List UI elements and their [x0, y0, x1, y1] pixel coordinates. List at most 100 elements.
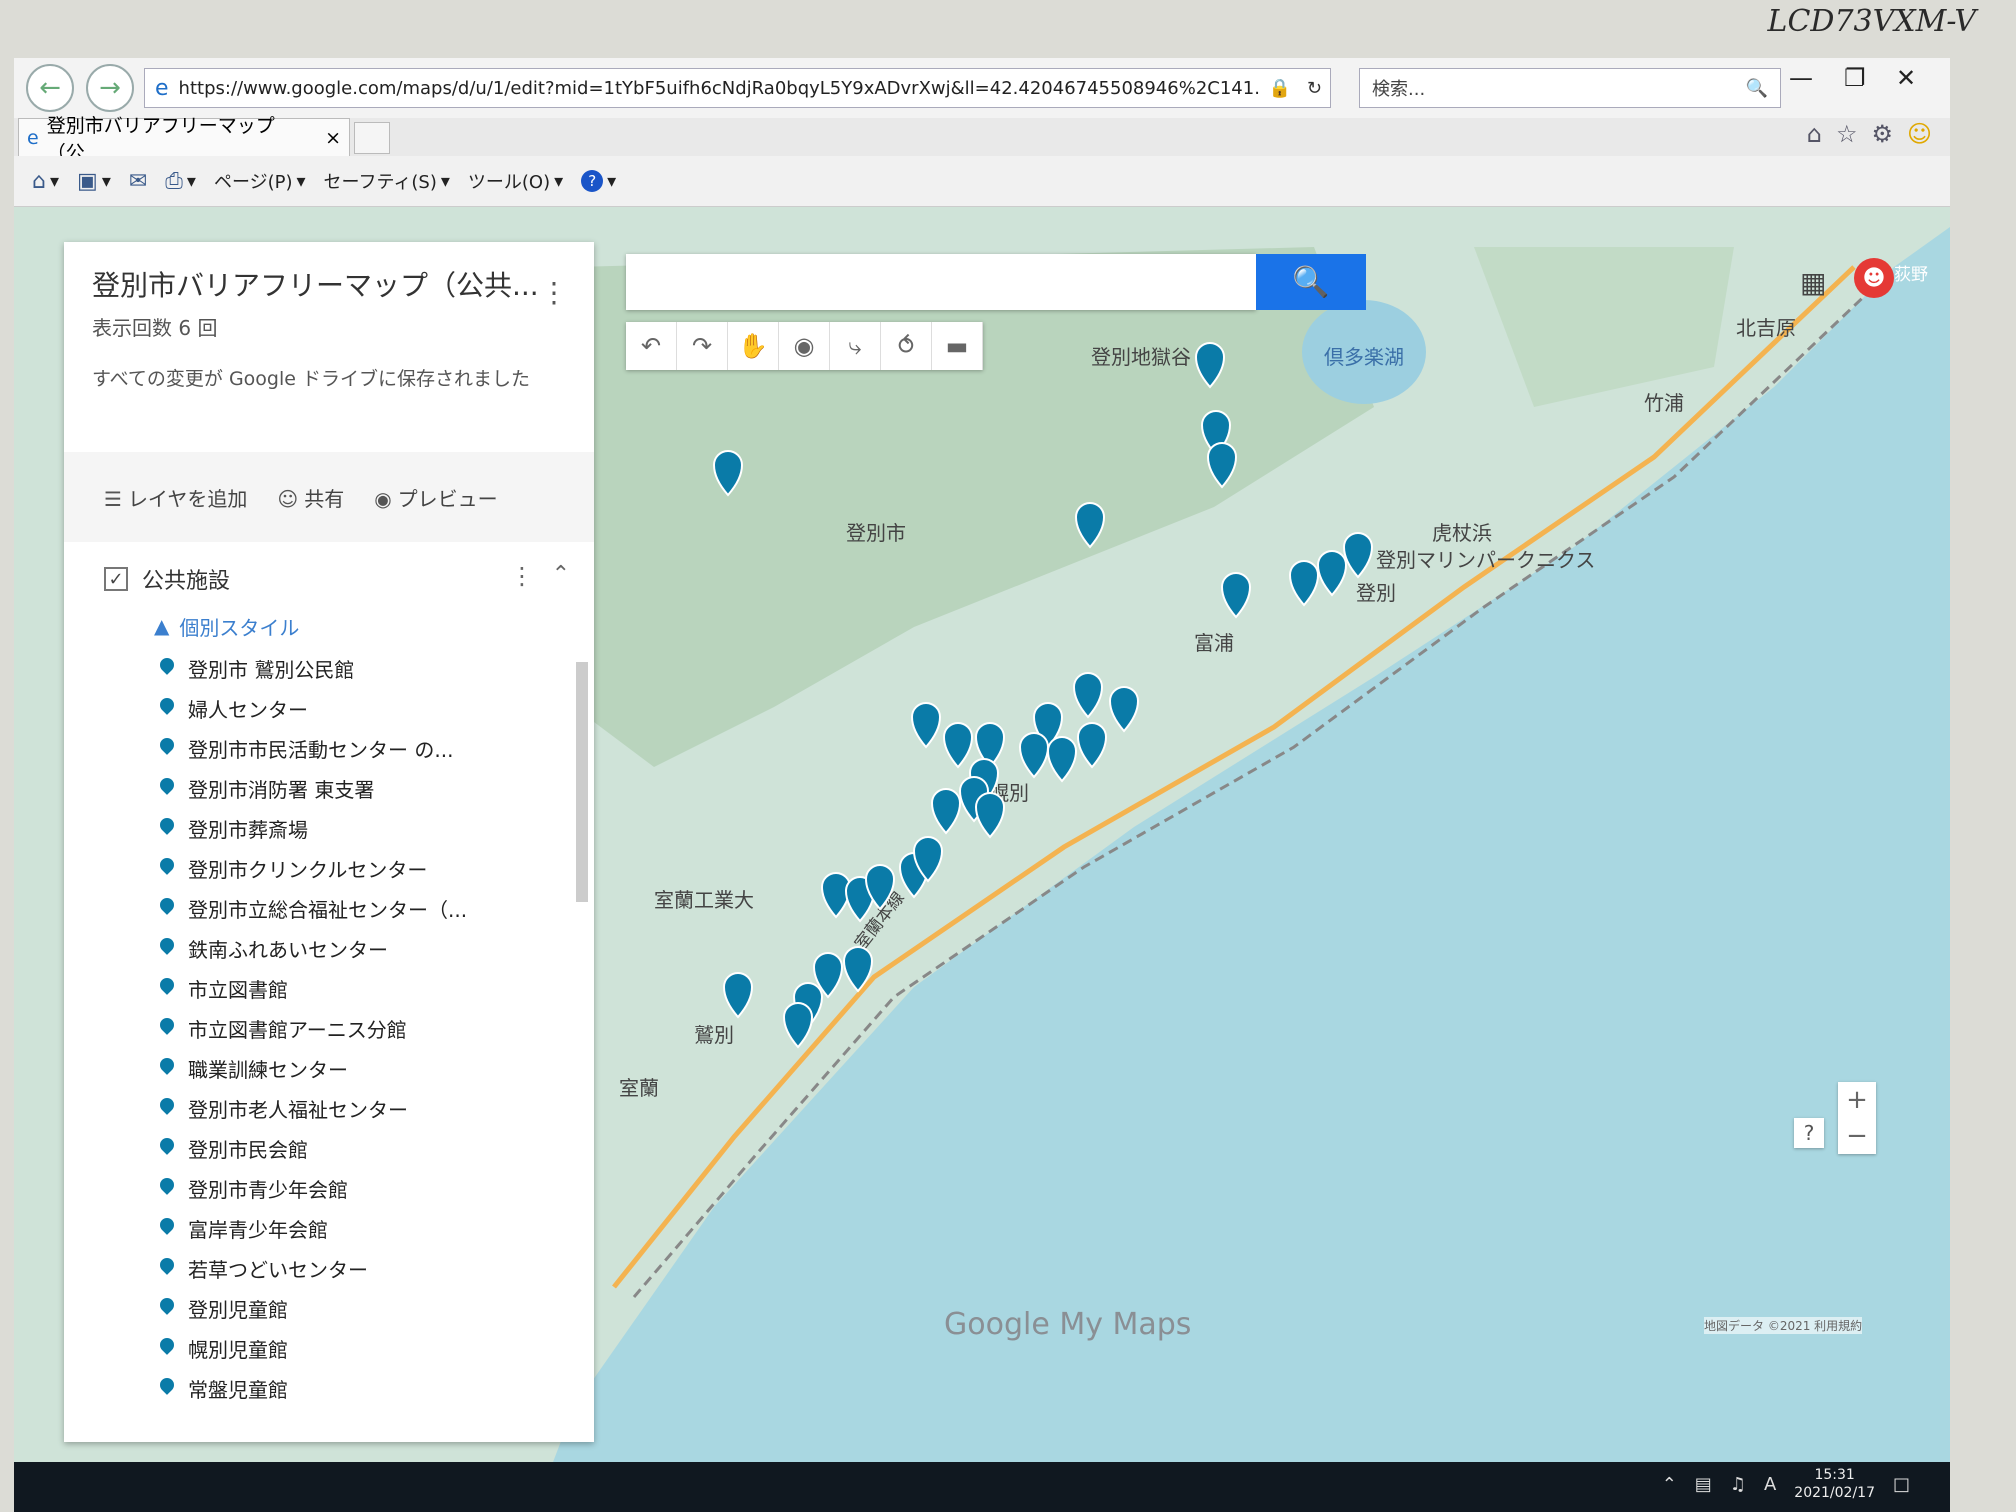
url-text[interactable]: https://www.google.com/maps/d/u/1/edit?m… [179, 78, 1261, 99]
clock[interactable]: 15:31 2021/02/17 [1794, 1466, 1875, 1502]
preview-label: プレビュー [397, 486, 498, 511]
list-item[interactable]: 富岸青少年会館 [64, 1208, 594, 1248]
list-item[interactable]: 婦人センター [64, 688, 594, 728]
add-person-icon: ☺ [277, 486, 299, 511]
measure-button[interactable]: ▬ [932, 322, 983, 370]
list-item[interactable]: 登別市消防署 東支署 [64, 768, 594, 808]
pan-tool-button[interactable]: ✋ [728, 322, 779, 370]
windows-taskbar: ⌃ ▤ ♫ A 15:31 2021/02/17 □ [14, 1462, 1950, 1512]
minimize-button[interactable]: — [1789, 64, 1813, 92]
list-item[interactable]: 登別市クリンクルセンター [64, 848, 594, 888]
layer-options-icon[interactable]: ⋮ [510, 562, 534, 590]
preview-button[interactable]: ◉ プレビュー [374, 483, 497, 512]
network-icon[interactable]: ▤ [1695, 1474, 1712, 1495]
help-menu[interactable]: ? ▾ [581, 170, 616, 192]
list-item[interactable]: 登別市 鷲別公民館 [64, 648, 594, 688]
list-item[interactable]: 鉄南ふれあいセンター [64, 928, 594, 968]
tools-menu[interactable]: ツール(O) ▾ [468, 168, 563, 194]
list-item[interactable]: 登別市立総合福祉センター（... [64, 888, 594, 928]
forward-button[interactable]: → [86, 64, 134, 112]
list-item[interactable]: 幌別児童館 [64, 1328, 594, 1368]
zoom-in-button[interactable]: + [1838, 1082, 1876, 1118]
feeds-menu[interactable]: ▣ ▾ [77, 169, 111, 194]
map-options-icon[interactable]: ⋮ [540, 276, 568, 309]
settings-gear-icon[interactable]: ⚙ [1871, 120, 1893, 148]
list-item[interactable]: 市立図書館アーニス分館 [64, 1008, 594, 1048]
zoom-out-button[interactable]: − [1838, 1118, 1876, 1154]
map-title[interactable]: 登別市バリアフリーマップ（公共... [92, 264, 566, 304]
map-search-box[interactable] [626, 254, 1256, 310]
account-avatar[interactable]: ☻ [1854, 258, 1894, 298]
list-item[interactable]: 登別市民会館 [64, 1128, 594, 1168]
home-menu[interactable]: ⌂ ▾ [32, 169, 59, 194]
list-item[interactable]: 登別市老人福祉センター [64, 1088, 594, 1128]
facility-name: 常盤児童館 [188, 1377, 288, 1402]
list-item[interactable]: 市立図書館 [64, 968, 594, 1008]
smiley-icon[interactable]: ☺ [1907, 120, 1932, 148]
mail-menu[interactable]: ✉ [129, 169, 147, 194]
list-item[interactable]: 登別市葬斎場 [64, 808, 594, 848]
page-menu[interactable]: ページ(P) ▾ [214, 168, 306, 194]
address-bar[interactable]: e https://www.google.com/maps/d/u/1/edit… [144, 68, 1331, 108]
refresh-icon[interactable]: ↻ [1307, 78, 1322, 99]
list-item[interactable]: 登別児童館 [64, 1288, 594, 1328]
map-marker [942, 722, 974, 769]
list-item[interactable]: 常盤児童館 [64, 1368, 594, 1408]
layer-name[interactable]: 公共施設 [142, 563, 230, 595]
layer-header[interactable]: ✓ 公共施設 ⋮ ⌃ [64, 554, 594, 604]
collapse-chevron-icon[interactable]: ⌃ [552, 562, 570, 587]
browser-titlebar: ← → e https://www.google.com/maps/d/u/1/… [14, 58, 1950, 118]
ime-icon[interactable]: A [1764, 1474, 1776, 1495]
marker-icon [160, 1138, 174, 1158]
map-marker [1018, 732, 1050, 779]
search-icon[interactable]: 🔍 [1746, 78, 1768, 99]
clock-time: 15:31 [1814, 1467, 1855, 1483]
ruler-icon: ▬ [945, 332, 969, 360]
add-marker-button[interactable]: ◉ [779, 322, 830, 370]
notification-icon[interactable]: □ [1893, 1474, 1910, 1495]
tab-close-button[interactable]: × [325, 127, 341, 149]
facility-list: 登別市 鷲別公民館 婦人センター 登別市市民活動センター の... 登別市消防署… [64, 648, 594, 1408]
add-layer-label: レイヤを追加 [127, 486, 248, 511]
facility-name: 若草つどいセンター [188, 1257, 368, 1282]
print-menu[interactable]: ⎙ ▾ [165, 169, 196, 194]
tools-menu-label: ツール(O) [467, 172, 551, 193]
map-marker [1316, 550, 1348, 597]
list-item[interactable]: 登別市市民活動センター の... [64, 728, 594, 768]
layer-style-link[interactable]: ▲ 個別スタイル [64, 604, 594, 648]
draw-line-button[interactable]: ⤷ [830, 322, 881, 370]
list-item[interactable]: 若草つどいセンター [64, 1248, 594, 1288]
map-copyright[interactable]: 地図データ ©2021 利用規約 [1704, 1317, 1863, 1334]
map-help-button[interactable]: ? [1794, 1118, 1824, 1148]
panel-scrollbar[interactable] [576, 662, 588, 902]
restore-button[interactable]: ❐ [1844, 64, 1866, 92]
tab-mymaps[interactable]: e 登別市バリアフリーマップ（公... × [18, 115, 350, 164]
add-layer-button[interactable]: ☰ レイヤを追加 [104, 483, 247, 512]
layer-visibility-checkbox[interactable]: ✓ [104, 567, 128, 591]
google-mymaps-logo: Google My Maps [944, 1307, 1192, 1342]
safety-menu[interactable]: セーフティ(S) ▾ [324, 168, 450, 194]
tray-chevron-icon[interactable]: ⌃ [1662, 1474, 1677, 1495]
list-item[interactable]: 登別市青少年会館 [64, 1168, 594, 1208]
apps-grid-icon[interactable]: ▦ [1800, 266, 1826, 299]
close-window-button[interactable]: ✕ [1896, 64, 1916, 92]
new-tab-button[interactable] [354, 122, 390, 154]
favorites-star-icon[interactable]: ☆ [1836, 120, 1858, 148]
list-item[interactable]: 職業訓練センター [64, 1048, 594, 1088]
eye-icon: ◉ [374, 486, 392, 511]
share-button[interactable]: ☺ 共有 [277, 483, 344, 512]
browser-search-box[interactable]: 検索... 🔍 [1359, 68, 1781, 108]
map-search-button[interactable]: 🔍 [1256, 254, 1366, 310]
marker-icon [160, 1178, 174, 1198]
map-marker [930, 788, 962, 835]
back-button[interactable]: ← [26, 64, 74, 112]
undo-button[interactable]: ↶ [626, 322, 677, 370]
facility-name: 登別市 鷲別公民館 [188, 657, 355, 682]
safety-menu-label: セーフティ(S) [323, 172, 437, 193]
volume-icon[interactable]: ♫ [1730, 1474, 1746, 1495]
map-search-input[interactable] [626, 254, 1242, 310]
marker-icon [160, 978, 174, 998]
directions-button[interactable]: ⥀ [881, 322, 932, 370]
home-icon[interactable]: ⌂ [1807, 120, 1822, 148]
redo-button[interactable]: ↷ [677, 322, 728, 370]
